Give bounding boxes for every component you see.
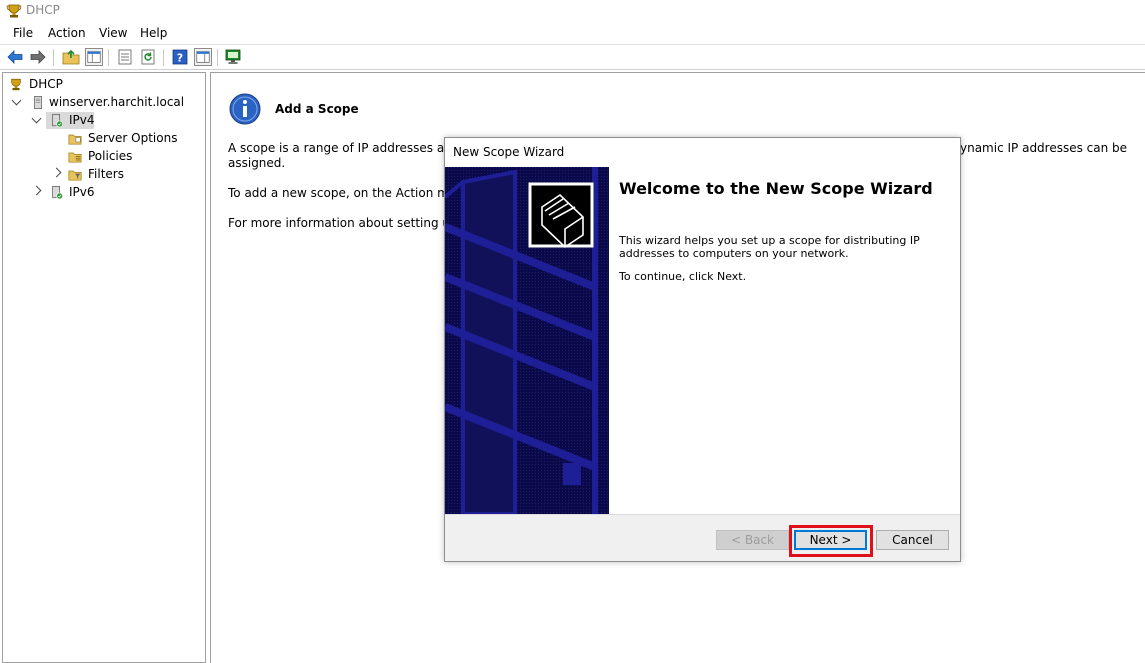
content-paragraph-3: For more information about setting up a — [228, 216, 469, 230]
refresh-icon[interactable] — [139, 48, 157, 66]
console-icon[interactable] — [224, 48, 242, 66]
tree-node-policies[interactable]: Policies — [7, 148, 147, 165]
wizard-body: Welcome to the New Scope Wizard This wiz… — [609, 167, 960, 514]
dhcp-app-icon — [6, 4, 22, 18]
window-title: DHCP — [26, 3, 60, 17]
chevron-down-icon[interactable] — [31, 113, 42, 124]
tree-node-ipv6[interactable]: IPv6 — [7, 184, 107, 201]
info-icon — [229, 93, 261, 125]
properties-icon[interactable] — [116, 48, 134, 66]
tree-node-server[interactable]: winserver.harchit.local — [7, 94, 197, 111]
cancel-button[interactable]: Cancel — [876, 530, 949, 550]
menu-view[interactable]: View — [99, 26, 127, 40]
tree-node-ipv4[interactable]: IPv4 — [7, 112, 97, 129]
tree-node-dhcp[interactable]: DHCP — [7, 76, 87, 93]
tree-label-ipv6: IPv6 — [69, 185, 95, 199]
chevron-down-icon[interactable] — [11, 95, 22, 106]
menu-bar: File Action View Help — [0, 22, 1145, 44]
tree-node-server-options[interactable]: Server Options — [7, 130, 187, 147]
folder-options-icon — [68, 134, 82, 145]
toolbar-separator — [217, 49, 218, 66]
wizard-banner — [445, 167, 609, 514]
wizard-banner-graphic — [445, 167, 609, 514]
next-button[interactable]: Next > — [794, 530, 867, 550]
folder-policies-icon — [68, 152, 82, 163]
tree-label-policies: Policies — [88, 149, 133, 163]
chevron-right-icon[interactable] — [51, 167, 62, 178]
tree-label-server-options: Server Options — [88, 131, 178, 145]
chevron-right-icon[interactable] — [31, 185, 42, 196]
tree-label-server: winserver.harchit.local — [49, 95, 185, 109]
ipv6-server-icon — [52, 186, 64, 200]
new-scope-wizard-dialog: New Scope Wizard Welcome to the New Scop… — [444, 137, 961, 562]
content-paragraph-1-continued: ynamic IP addresses can be — [960, 141, 1128, 155]
toolbar: ? — [0, 44, 1145, 70]
tree-node-filters[interactable]: Filters — [7, 166, 147, 183]
dhcp-trophy-icon — [11, 78, 21, 91]
up-folder-icon[interactable] — [62, 48, 80, 66]
show-hide-tree-icon[interactable] — [85, 48, 103, 66]
content-heading: Add a Scope — [275, 102, 359, 116]
action-pane-icon[interactable] — [194, 48, 212, 66]
wizard-footer: < Back Next > Cancel — [445, 514, 960, 561]
wizard-description: This wizard helps you set up a scope for… — [619, 234, 920, 260]
toolbar-separator — [108, 49, 109, 66]
folder-filter-icon — [68, 170, 82, 181]
content-paragraph-2: To add a new scope, on the Action menu, — [228, 186, 476, 200]
tree-label-dhcp: DHCP — [29, 77, 63, 91]
title-bar: DHCP — [0, 0, 1145, 22]
help-icon[interactable]: ? — [171, 48, 189, 66]
toolbar-separator — [163, 49, 164, 66]
server-icon — [34, 96, 42, 109]
menu-file[interactable]: File — [13, 26, 33, 40]
svg-text:?: ? — [177, 52, 183, 65]
wizard-title: New Scope Wizard — [453, 145, 565, 159]
wizard-heading: Welcome to the New Scope Wizard — [619, 179, 933, 198]
content-paragraph-1-line-2: assigned. — [228, 156, 286, 170]
console-tree: DHCP winserver.harchit.local IPv4 Server… — [2, 72, 206, 663]
back-button[interactable]: < Back — [716, 530, 789, 550]
forward-arrow-icon[interactable] — [29, 48, 47, 66]
back-arrow-icon[interactable] — [6, 48, 24, 66]
tree-label-ipv4: IPv4 — [69, 113, 95, 127]
toolbar-separator — [53, 49, 54, 66]
menu-action[interactable]: Action — [48, 26, 86, 40]
ipv4-server-icon — [52, 114, 64, 128]
menu-help[interactable]: Help — [140, 26, 167, 40]
wizard-continue-text: To continue, click Next. — [619, 270, 747, 283]
tree-label-filters: Filters — [88, 167, 124, 181]
